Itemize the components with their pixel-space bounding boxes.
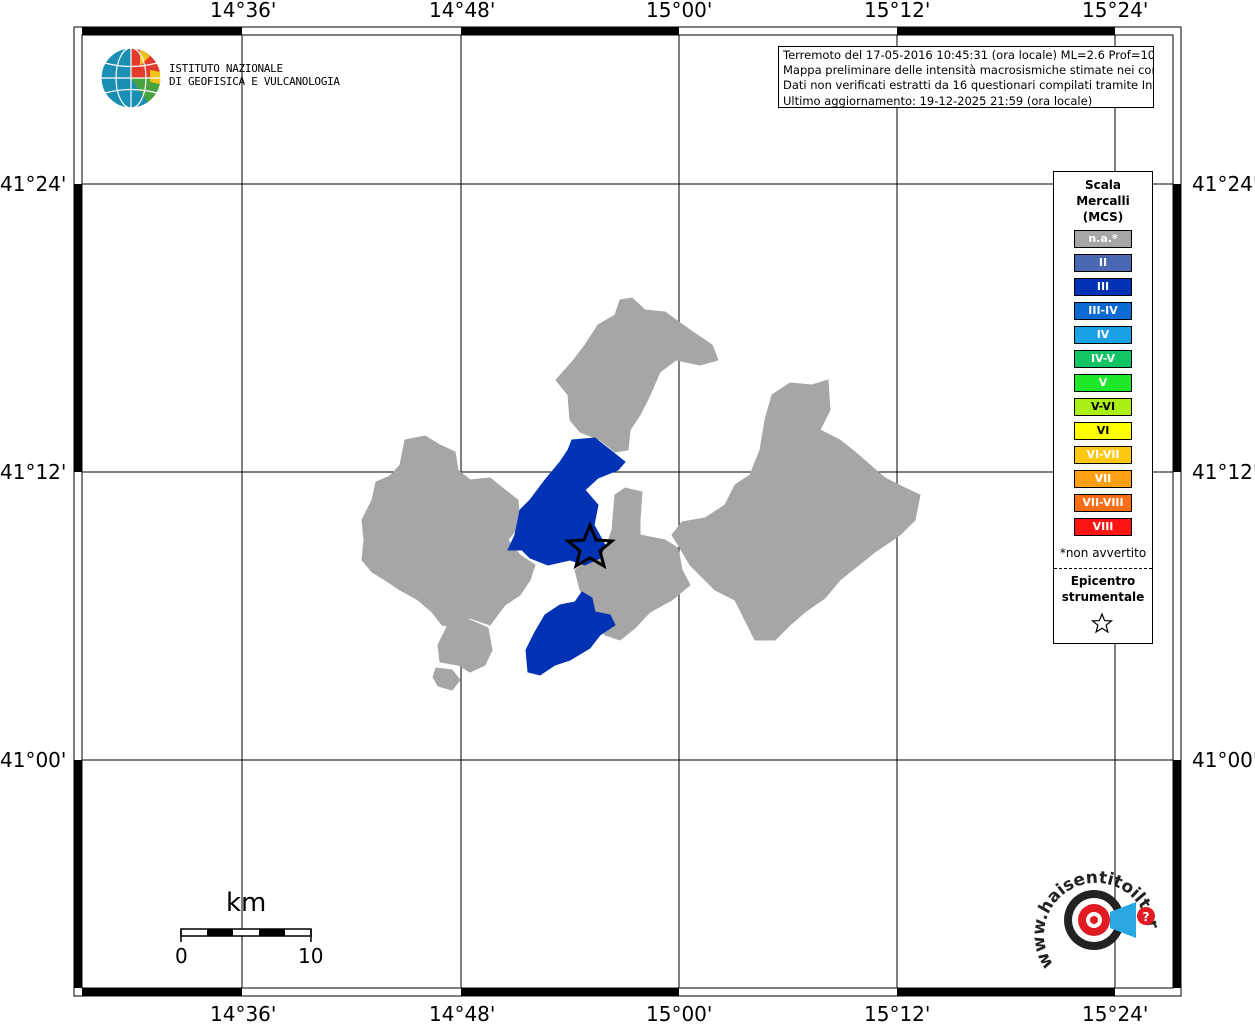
- intensity-legend: Scala Mercalli (MCS) n.a.* II III III-IV IV I…: [1053, 171, 1153, 644]
- lat-tick-left-3: 41°00': [0, 748, 67, 772]
- legend-title-line3: (MCS): [1082, 210, 1124, 224]
- legend-swatch-vi-vii: VI-VII: [1074, 446, 1132, 464]
- legend-swatch-vii: VII: [1074, 470, 1132, 488]
- legend-swatch-iii: III: [1074, 278, 1132, 296]
- lon-tick-bottom-3: 15°00': [646, 1002, 713, 1026]
- ingv-logo-line2: DI GEOFISICA E VULCANOLOGIA: [169, 75, 340, 88]
- scale-bar-min: 0: [175, 944, 188, 968]
- event-info-box: Terremoto del 17-05-2016 10:45:31 (ora l…: [778, 46, 1154, 108]
- legend-epicenter-line1: Epicentro: [1070, 574, 1136, 588]
- legend-epicenter-label: Epicentro strumentale: [1054, 573, 1152, 605]
- legend-star-icon: [1090, 612, 1114, 634]
- haisentito-logo: www.haisentitoilterremoto.it ?: [1018, 860, 1163, 972]
- scale-bar-max: 10: [298, 944, 324, 968]
- lon-tick-bottom-1: 14°36': [210, 1002, 277, 1026]
- legend-swatch-v: V: [1074, 374, 1132, 392]
- legend-swatch-v-vi: V-VI: [1074, 398, 1132, 416]
- legend-title-line1: Scala: [1084, 178, 1122, 192]
- scale-bar-unit: km: [226, 888, 267, 918]
- lat-tick-right-2: 41°12': [1192, 460, 1255, 484]
- lat-tick-right-3: 41°00': [1192, 748, 1255, 772]
- lat-tick-left-2: 41°12': [0, 460, 67, 484]
- legend-swatch-viii: VIII: [1074, 518, 1132, 536]
- legend-title: Scala Mercalli (MCS): [1054, 177, 1152, 225]
- lon-tick-top-2: 14°48': [429, 0, 496, 22]
- legend-swatch-ii: II: [1074, 254, 1132, 272]
- event-info-line2: Mappa preliminare delle intensità macros…: [783, 63, 1153, 78]
- ingv-logo-text: ISTITUTO NAZIONALE DI GEOFISICA E VULCAN…: [169, 62, 340, 88]
- svg-text:?: ?: [1143, 910, 1150, 924]
- legend-swatch-iv-v: IV-V: [1074, 350, 1132, 368]
- lon-tick-top-4: 15°12': [864, 0, 931, 22]
- legend-swatch-iii-iv: III-IV: [1074, 302, 1132, 320]
- legend-divider: [1054, 568, 1152, 569]
- legend-note: *non avvertito: [1059, 546, 1147, 560]
- ingv-logo-line1: ISTITUTO NAZIONALE: [169, 62, 283, 75]
- legend-swatch-n-a: n.a.*: [1074, 230, 1132, 248]
- legend-epicenter-line2: strumentale: [1061, 590, 1145, 604]
- legend-swatch-iv: IV: [1074, 326, 1132, 344]
- frame-scale-bar-bottom: [82, 988, 1115, 996]
- lat-tick-left-1: 41°24': [0, 172, 67, 196]
- lon-tick-bottom-4: 15°12': [864, 1002, 931, 1026]
- lon-tick-bottom-2: 14°48': [429, 1002, 496, 1026]
- lon-tick-top-5: 15°24': [1082, 0, 1149, 22]
- lat-tick-right-1: 41°24': [1192, 172, 1255, 196]
- legend-swatch-vii-viii: VII-VIII: [1074, 494, 1132, 512]
- event-info-line1: Terremoto del 17-05-2016 10:45:31 (ora l…: [783, 48, 1153, 62]
- legend-swatch-vi: VI: [1074, 422, 1132, 440]
- lon-tick-top-3: 15°00': [646, 0, 713, 22]
- event-info-line3: Dati non verificati estratti da 16 quest…: [783, 78, 1153, 93]
- frame-scale-bar-top: [82, 27, 1115, 35]
- lon-tick-bottom-5: 15°24': [1082, 1002, 1149, 1026]
- legend-title-line2: Mercalli: [1076, 194, 1130, 208]
- lon-tick-top-1: 14°36': [210, 0, 277, 22]
- event-info-line4: Ultimo aggiornamento: 19-12-2025 21:59 (…: [783, 93, 1093, 108]
- ingv-globe-icon: [100, 47, 162, 109]
